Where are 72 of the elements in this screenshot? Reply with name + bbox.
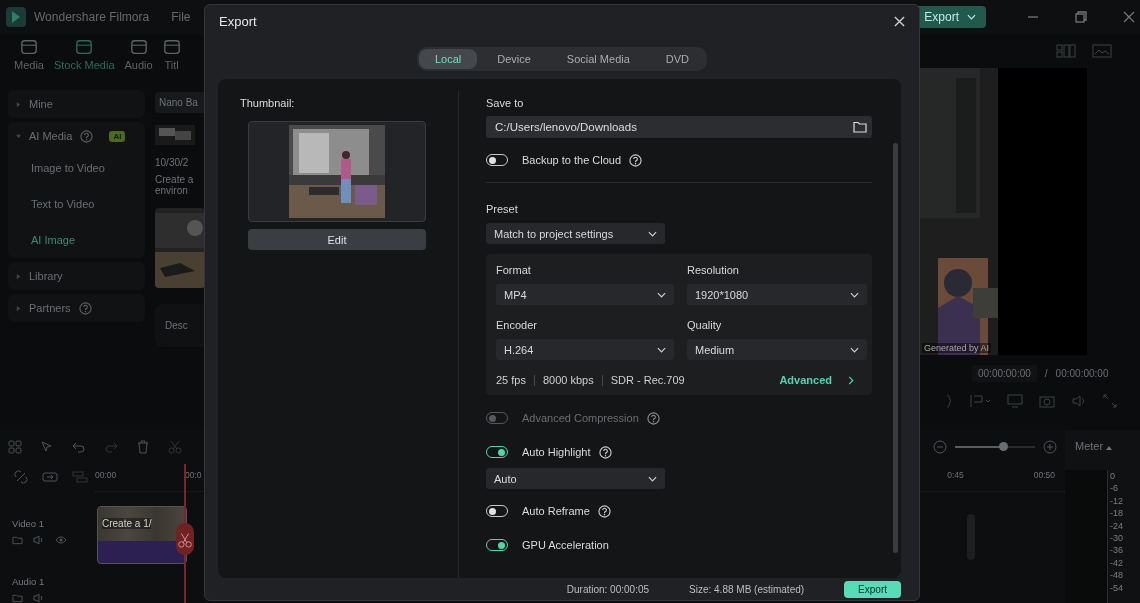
sidebar-group[interactable]: AI Media AI bbox=[8, 122, 145, 150]
dropdown[interactable]: 1920*1080 bbox=[687, 284, 867, 305]
app-name: Wondershare Filmora bbox=[34, 10, 150, 24]
duration-text: Duration: 00:00:05 bbox=[566, 583, 650, 595]
size-text: Size: 4.88 MB (estimated) bbox=[689, 583, 805, 595]
meter-scale-label: -42 bbox=[1110, 556, 1123, 570]
meter-scale-label: -36 bbox=[1110, 544, 1123, 557]
dialog-title: Export bbox=[219, 13, 257, 29]
field-label: Format bbox=[496, 264, 532, 276]
media-tab[interactable]: Media bbox=[14, 38, 44, 84]
option-label: GPU Acceleration bbox=[522, 539, 609, 551]
sidebar-group[interactable]: Partners bbox=[8, 294, 145, 322]
sidebar-item[interactable]: Text to Video bbox=[8, 186, 145, 222]
option-label: Auto Reframe bbox=[522, 505, 590, 517]
tab[interactable]: Local bbox=[418, 49, 478, 69]
meter-scale-label: -12 bbox=[1110, 494, 1123, 508]
sidebar-group[interactable]: Library bbox=[8, 262, 145, 290]
media-tab[interactable]: Stock Media bbox=[53, 38, 115, 84]
path-field[interactable]: C:/Users/lenovo/Downloads bbox=[486, 116, 872, 138]
time-separator: / bbox=[1044, 368, 1048, 379]
date-text: 10/30/2 bbox=[155, 157, 189, 168]
dropdown[interactable]: Medium bbox=[687, 339, 867, 360]
media-tab[interactable]: Audio bbox=[124, 38, 153, 84]
summary-text: 8000 kbps bbox=[542, 374, 594, 386]
option-label: Advanced Compression bbox=[522, 412, 639, 424]
option-label: Auto Highlight bbox=[522, 446, 591, 458]
meter-scale-label: -18 bbox=[1110, 507, 1123, 520]
menu-item[interactable]: File bbox=[171, 10, 191, 24]
summary-text: SDR - Rec.709 bbox=[610, 374, 685, 386]
description-text: environ bbox=[155, 185, 189, 196]
clip-title: Create a 1/ bbox=[102, 518, 152, 529]
track-name: Audio 1 bbox=[12, 576, 46, 587]
video-clip[interactable]: Create a 1/ bbox=[97, 506, 187, 564]
prompt-field[interactable]: Desc bbox=[165, 320, 188, 331]
summary-text: 25 fps bbox=[496, 374, 526, 386]
caption-text: Generated by AI bbox=[922, 343, 992, 353]
meter-scale-label: -6 bbox=[1110, 482, 1119, 495]
meter-scale-label: -24 bbox=[1110, 519, 1123, 533]
sidebar-item[interactable]: AI Image bbox=[8, 222, 145, 258]
field-label: Encoder bbox=[496, 319, 538, 331]
description-text: Create a bbox=[155, 174, 194, 185]
total-time: 00:00:00:00 bbox=[1055, 368, 1109, 379]
tab[interactable]: Device bbox=[481, 49, 547, 69]
ruler-label: 00:50 bbox=[1033, 470, 1055, 480]
dropdown[interactable]: MP4 bbox=[496, 284, 674, 305]
ai-badge: AI bbox=[109, 130, 126, 142]
edit-button[interactable]: Edit bbox=[248, 229, 426, 250]
field-label: Resolution bbox=[687, 264, 740, 276]
ruler-label: 00:00 bbox=[95, 470, 118, 480]
dropdown[interactable]: H.264 bbox=[496, 339, 674, 360]
current-time: 00:00:00:00 bbox=[972, 365, 1037, 382]
field-label: Preset bbox=[486, 203, 518, 215]
meter-scale-label: 0 bbox=[1110, 470, 1116, 483]
meter-scale-label: -48 bbox=[1110, 569, 1123, 582]
ruler-label: 0:45 bbox=[947, 470, 964, 480]
thumbnail-label: Thumbnail: bbox=[240, 97, 295, 109]
tab[interactable]: DVD bbox=[649, 49, 706, 69]
meter-scale-label: -54 bbox=[1110, 581, 1123, 595]
advanced-link[interactable]: Advanced bbox=[779, 374, 832, 386]
tab[interactable]: Social Media bbox=[550, 49, 646, 69]
sidebar-group[interactable]: Mine bbox=[8, 90, 145, 118]
track-name: Video 1 bbox=[12, 518, 46, 529]
field-label: Save to bbox=[486, 97, 524, 109]
export-button[interactable]: Export bbox=[844, 580, 901, 598]
preset-dropdown[interactable]: Match to project settings bbox=[486, 223, 665, 244]
option-label: Backup to the Cloud bbox=[522, 154, 622, 166]
field-label: Quality bbox=[687, 319, 723, 331]
media-tab[interactable]: Titl bbox=[162, 38, 181, 84]
meter-scale-label: -30 bbox=[1110, 532, 1123, 545]
sidebar-item[interactable]: Image to Video bbox=[8, 150, 145, 186]
dropdown[interactable]: Auto bbox=[486, 468, 665, 489]
meter-button[interactable]: Meter bbox=[1065, 430, 1140, 464]
